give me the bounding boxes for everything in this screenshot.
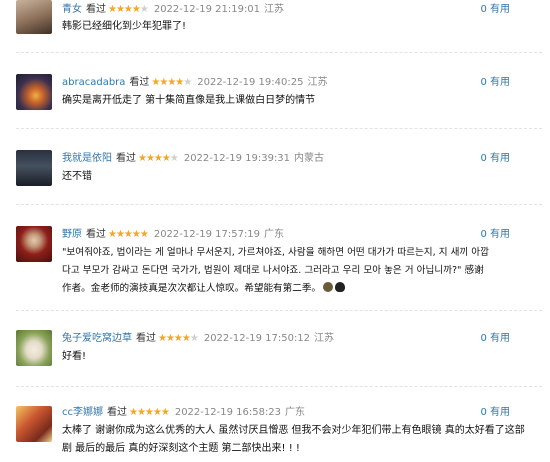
watched-label: 看过 [129,77,150,88]
useful-vote-button[interactable]: 0 有用 [480,2,510,18]
username-link[interactable]: 我就是依阳 [62,153,112,164]
comment-location: 江苏 [307,77,328,88]
comment-time: 2022-12-19 21:19:01 [153,4,261,15]
comment-time: 2022-12-19 19:39:31 [183,153,291,164]
username-link[interactable]: 野原 [62,229,82,240]
grimace-emoji-icon [323,282,334,292]
comment-meta: 兔子爱吃窝边草 看过 ★★★★★ 2022-12-19 17:50:12 江苏 [62,331,334,347]
comment-text: 太棒了 谢谢你成为这么优秀的大人 虽然讨厌且憎恶 但我不会对少年犯们带上有色眼镜… [62,422,532,458]
comment-text-line: 太棒了 谢谢你成为这么优秀的大人 虽然讨厌且憎恶 但我不会对少年犯们带上有色眼镜… [62,425,525,436]
avatar[interactable] [16,150,52,186]
comment-text: 还不错 [62,171,92,182]
rating-stars: ★★★★★ [151,77,192,88]
watched-label: 看过 [136,333,156,344]
useful-vote-button[interactable]: 0 有用 [480,405,510,421]
comment-time: 2022-12-19 17:50:12 [203,333,311,344]
username-link[interactable]: 青女 [62,4,82,15]
comment-text: 韩影已经细化到少年犯罪了! [62,21,187,32]
comment-location: 内蒙古 [294,153,325,164]
comment-location: 广东 [264,229,285,240]
divider [16,204,542,205]
comment-location: 江苏 [264,4,285,15]
comment-location: 江苏 [314,333,335,344]
useful-vote-button[interactable]: 0 有用 [480,331,510,347]
comment-meta: abracadabra 看过 ★★★★★ 2022-12-19 19:40:25 江苏 [62,75,327,91]
avatar[interactable] [16,74,52,110]
comment-text: "보여줘야죠, 법이라는 게 얼마나 무서운지, 가르쳐야죠, 사람을 해하면 … [62,244,532,298]
comment-text-segment: 作者。金老师的演技真是次次都让人惊叹。希望能有第二季。 [62,283,322,294]
divider [16,386,542,387]
watched-label: 看过 [86,229,106,240]
black-heart-icon [335,282,346,292]
comment-text-line: 剧 最后的最后 真的好深刻这个主题 第二部快出来! ! ! [62,443,300,454]
watched-label: 看过 [116,153,136,164]
rating-stars: ★★★★★ [129,407,170,418]
divider [16,310,542,311]
watched-label: 看过 [107,407,127,418]
avatar[interactable] [16,0,52,34]
avatar[interactable] [16,226,52,262]
comment-text-line: 다고 부모가 감싸고 돈다면 국가가, 법원이 제대로 나서야죠. 그러라고 우… [62,265,484,276]
comment-time: 2022-12-19 16:58:23 [174,407,282,418]
rating-stars: ★★★★★ [138,153,179,164]
useful-vote-button[interactable]: 0 有用 [480,227,510,243]
avatar[interactable] [16,330,52,366]
comment-text: 好看! [62,351,87,362]
useful-vote-button[interactable]: 0 有用 [480,151,510,167]
rating-stars: ★★★★★ [158,333,199,344]
watched-label: 看过 [86,4,106,15]
comment-time: 2022-12-19 19:40:25 [197,77,304,88]
username-link[interactable]: abracadabra [62,77,125,88]
rating-stars: ★★★★★ [108,229,149,240]
divider [16,52,542,53]
comment-meta: 我就是依阳 看过 ★★★★★ 2022-12-19 19:39:31 内蒙古 [62,151,324,167]
comment-text: 确实是离开低走了 第十集简直像是我上课做白日梦的情节 [62,95,316,106]
rating-stars: ★★★★★ [108,4,149,15]
useful-vote-button[interactable]: 0 有用 [480,75,510,91]
comment-meta: cc李娜娜 看过 ★★★★★ 2022-12-19 16:58:23 广东 [62,405,305,421]
divider [16,128,542,129]
username-link[interactable]: 兔子爱吃窝边草 [62,333,132,344]
comment-text-line: 作者。金老师的演技真是次次都让人惊叹。希望能有第二季。 [62,280,532,298]
comment-meta: 野原 看过 ★★★★★ 2022-12-19 17:57:19 广东 [62,227,284,243]
username-link[interactable]: cc李娜娜 [62,407,103,418]
comment-text-line: "보여줘야죠, 법이라는 게 얼마나 무서운지, 가르쳐야죠, 사람을 해하면 … [62,247,489,258]
avatar[interactable] [16,406,52,442]
comment-meta: 青女 看过 ★★★★★ 2022-12-19 21:19:01 江苏 [62,2,284,18]
comment-time: 2022-12-19 17:57:19 [153,229,261,240]
comment-location: 广东 [285,407,306,418]
